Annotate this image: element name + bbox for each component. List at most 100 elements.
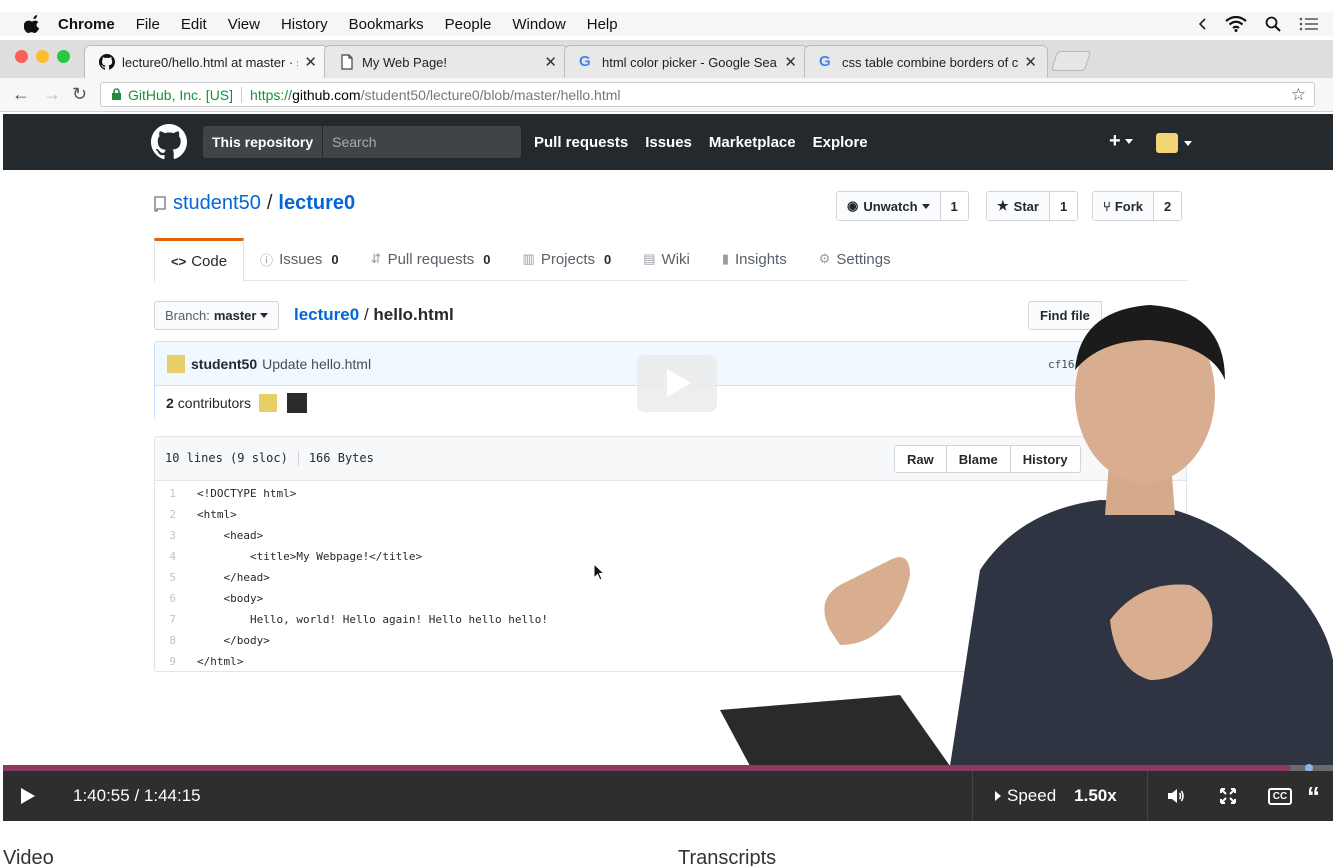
tab-settings[interactable]: ⚙ Settings — [803, 238, 907, 280]
address-bar[interactable]: GitHub, Inc. [US] https:// github.com /s… — [100, 82, 1315, 107]
contributors-count: 2 — [166, 395, 174, 411]
repo-nav: <> Code ⓘ Issues 0 ⇵ Pull requests 0 ▥ Project… — [154, 238, 1187, 282]
code-text: <head> — [197, 529, 264, 542]
contributor-avatar[interactable] — [258, 394, 277, 412]
close-tab-icon[interactable]: ✕ — [1024, 53, 1037, 71]
menu-window[interactable]: Window — [512, 16, 565, 33]
tab-css-table-borders[interactable]: G css table combine borders of c ✕ — [804, 45, 1048, 78]
tab-code[interactable]: <> Code — [154, 238, 245, 282]
tab-projects[interactable]: ▥ Projects 0 — [507, 238, 628, 280]
spotlight-search-icon[interactable] — [1265, 16, 1281, 32]
chevron-down-icon — [921, 203, 930, 209]
video-controls: 1:40:55 / 1:44:15 Speed 1.50x CC “ — [3, 771, 1333, 821]
branch-select[interactable]: Branch: master — [154, 301, 280, 330]
watch-button-group: ◉ Unwatch 1 — [836, 191, 969, 221]
close-tab-icon[interactable]: ✕ — [544, 53, 557, 71]
closed-captions-button[interactable]: CC — [1255, 771, 1305, 821]
forward-arrow-icon[interactable]: → — [43, 84, 61, 105]
lock-icon — [112, 88, 121, 100]
tab-html-color-picker[interactable]: G html color picker - Google Sea ✕ — [564, 45, 808, 78]
unwatch-button[interactable]: ◉ Unwatch — [837, 192, 941, 220]
tab-pull-requests[interactable]: ⇵ Pull requests 0 — [355, 238, 507, 280]
breadcrumb-repo-link[interactable]: lecture0 — [294, 305, 359, 324]
close-window-button[interactable] — [15, 50, 28, 63]
github-search-box[interactable]: This repository Search — [203, 126, 521, 158]
page-icon — [341, 54, 353, 70]
reload-icon[interactable]: ↻ — [72, 84, 87, 105]
blame-button[interactable]: Blame — [947, 446, 1011, 472]
fork-count[interactable]: 2 — [1153, 192, 1182, 220]
star-count[interactable]: 1 — [1049, 192, 1078, 220]
user-avatar-dropdown[interactable] — [1156, 133, 1178, 153]
menu-view[interactable]: View — [228, 16, 260, 33]
transcript-toggle-button[interactable]: “ — [1307, 771, 1333, 821]
bookmark-star-icon[interactable]: ☆ — [1291, 85, 1306, 105]
tab-insights[interactable]: ▮ Insights — [706, 238, 803, 280]
commit-message-link[interactable]: Update hello.html — [262, 356, 371, 372]
tab-label: Pull requests — [387, 250, 475, 268]
breadcrumb: lecture0 / hello.html — [294, 305, 454, 324]
menu-help[interactable]: Help — [587, 16, 618, 33]
code-line: 6 <body> — [169, 592, 264, 605]
author-avatar[interactable] — [167, 355, 185, 373]
code-line: 3 <head> — [169, 529, 264, 542]
code-line: 7 Hello, world! Hello again! Hello hello… — [169, 613, 548, 626]
omnibox-divider — [241, 86, 243, 103]
repo-name-link[interactable]: lecture0 — [278, 192, 355, 215]
google-icon: G — [579, 53, 591, 70]
apple-icon[interactable] — [24, 15, 42, 33]
tab-github-hello[interactable]: lecture0/hello.html at master · s ✕ — [84, 45, 328, 78]
browser-toolbar: ← → ↻ GitHub, Inc. [US] https:// github.… — [0, 78, 1333, 112]
video-play-overlay-button[interactable] — [637, 355, 717, 412]
volume-button[interactable] — [1151, 771, 1201, 821]
repo-owner-link[interactable]: student50 — [173, 192, 261, 215]
star-button[interactable]: ★ Star — [987, 192, 1050, 220]
new-tab-button[interactable] — [1050, 51, 1092, 71]
commit-sha-link[interactable]: cf16 — [1048, 358, 1075, 371]
contributor-avatar[interactable] — [286, 393, 307, 413]
fork-button[interactable]: ⑂ Fork — [1093, 192, 1154, 220]
wifi-icon[interactable] — [1225, 16, 1247, 32]
code-icon: <> — [171, 254, 187, 269]
notification-list-icon[interactable] — [1299, 16, 1319, 32]
menu-edit[interactable]: Edit — [181, 16, 207, 33]
speed-control[interactable]: Speed 1.50x — [972, 771, 1148, 821]
nav-issues[interactable]: Issues — [645, 134, 692, 151]
play-icon[interactable] — [21, 788, 35, 804]
contributors-label: contributors — [177, 395, 251, 411]
commit-author-link[interactable]: student50 — [191, 356, 257, 372]
minimize-window-button[interactable] — [36, 50, 49, 63]
nav-explore[interactable]: Explore — [813, 134, 868, 151]
code-text: </head> — [197, 571, 270, 584]
chevron-left-icon[interactable] — [1199, 18, 1207, 30]
menu-people[interactable]: People — [445, 16, 492, 33]
find-file-button[interactable]: Find file — [1028, 301, 1102, 330]
menu-file[interactable]: File — [136, 16, 160, 33]
menu-app-name[interactable]: Chrome — [58, 16, 115, 33]
create-new-dropdown[interactable]: + — [1109, 130, 1133, 153]
transcripts-section-heading: Transcripts — [678, 847, 777, 866]
raw-button[interactable]: Raw — [895, 446, 947, 472]
code-line: 4 <title>My Webpage!</title> — [169, 550, 423, 563]
close-tab-icon[interactable]: ✕ — [784, 53, 797, 71]
code-line: 5 </head> — [169, 571, 270, 584]
watch-count[interactable]: 1 — [940, 192, 968, 220]
github-logo-icon[interactable] — [151, 124, 187, 160]
tab-my-web-page[interactable]: My Web Page! ✕ — [324, 45, 568, 78]
tab-wiki[interactable]: ▤ Wiki — [627, 238, 706, 280]
search-input[interactable]: Search — [323, 134, 376, 150]
zoom-window-button[interactable] — [57, 50, 70, 63]
back-arrow-icon[interactable]: ← — [12, 84, 30, 105]
repo-title: student50 / lecture0 — [153, 192, 355, 215]
nav-pull-requests[interactable]: Pull requests — [534, 134, 628, 151]
menu-bookmarks[interactable]: Bookmarks — [349, 16, 424, 33]
tab-issues[interactable]: ⓘ Issues 0 — [244, 238, 355, 280]
pull-request-icon: ⇵ — [370, 251, 382, 266]
chevron-down-icon — [1124, 139, 1133, 145]
history-button[interactable]: History — [1011, 446, 1080, 472]
closed-captions-icon: CC — [1267, 787, 1293, 805]
fullscreen-button[interactable] — [1203, 771, 1253, 821]
menu-history[interactable]: History — [281, 16, 328, 33]
close-tab-icon[interactable]: ✕ — [304, 53, 317, 71]
nav-marketplace[interactable]: Marketplace — [709, 134, 796, 151]
